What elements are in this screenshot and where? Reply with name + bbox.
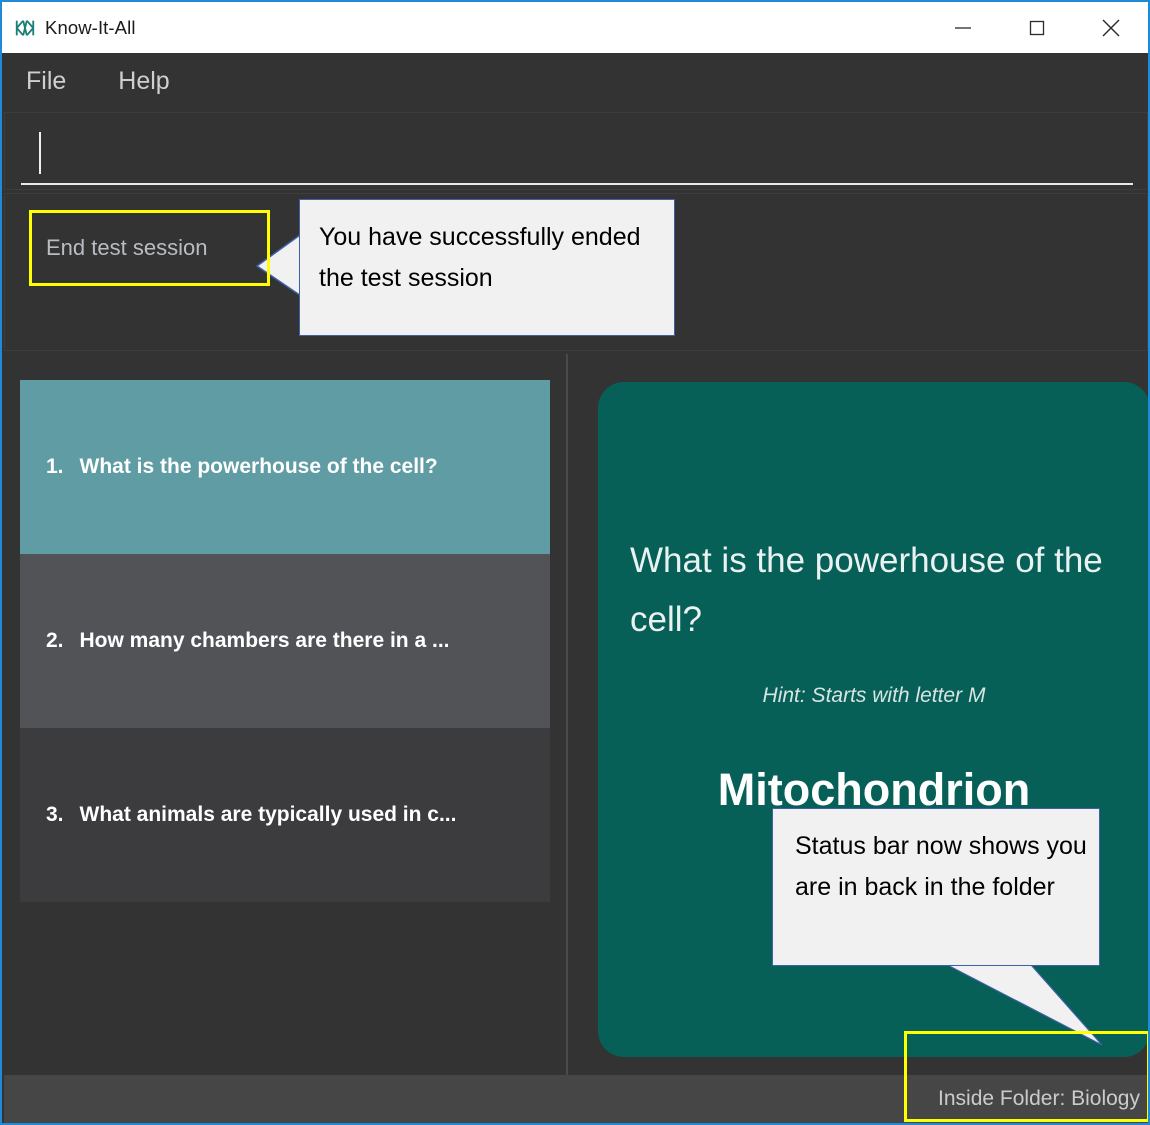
menu-item-file[interactable]: File [26,67,66,96]
question-list-item-1[interactable]: 1. What is the powerhouse of the cell? [20,380,550,554]
flashcard-question: What is the powerhouse of the cell? [630,541,1103,639]
question-text: How many chambers are there in a ... [79,629,450,652]
window-title: Know-It-All [45,16,136,38]
menu-item-help[interactable]: Help [118,67,169,96]
question-text: What animals are typically used in c... [79,803,457,826]
end-test-session-button[interactable]: End test session [32,211,272,285]
panel-divider [566,354,568,1075]
status-bar-text: Inside Folder: Biology [938,1087,1140,1110]
minimize-button[interactable] [926,2,1000,53]
app-logo-icon [15,19,35,36]
callout-end-session-text: You have successfully ended the test ses… [319,223,641,292]
callout-status-bar: Status bar now shows you are in back in … [772,808,1100,966]
close-icon [1102,19,1120,36]
answer-input[interactable] [21,121,1133,185]
close-button[interactable] [1074,2,1148,53]
callout-status-bar-text: Status bar now shows you are in back in … [795,832,1087,901]
window-controls [926,2,1148,53]
minimize-icon [955,26,971,29]
question-number: 3. [46,803,64,826]
title-bar: Know-It-All [2,2,1148,53]
maximize-icon [1029,20,1045,35]
question-list-item-2[interactable]: 2. How many chambers are there in a ... [20,554,550,728]
question-text: What is the powerhouse of the cell? [79,455,438,478]
flashcard-hint: Hint: Starts with letter M [762,683,986,707]
callout-tail-status [931,953,1103,1046]
status-bar: Inside Folder: Biology [4,1075,1148,1123]
maximize-button[interactable] [1000,2,1074,53]
question-number: 1. [46,455,64,478]
question-list-item-3[interactable]: 3. What animals are typically used in c.… [20,728,550,902]
text-caret [39,132,41,174]
callout-end-session: You have successfully ended the test ses… [299,199,675,336]
menu-bar: File Help [2,53,1148,110]
application-window: Know-It-All File Help End test session 1… [0,0,1150,1125]
answer-input-group [4,112,1148,190]
question-number: 2. [46,629,64,652]
question-list: 1. What is the powerhouse of the cell? 2… [20,380,550,902]
